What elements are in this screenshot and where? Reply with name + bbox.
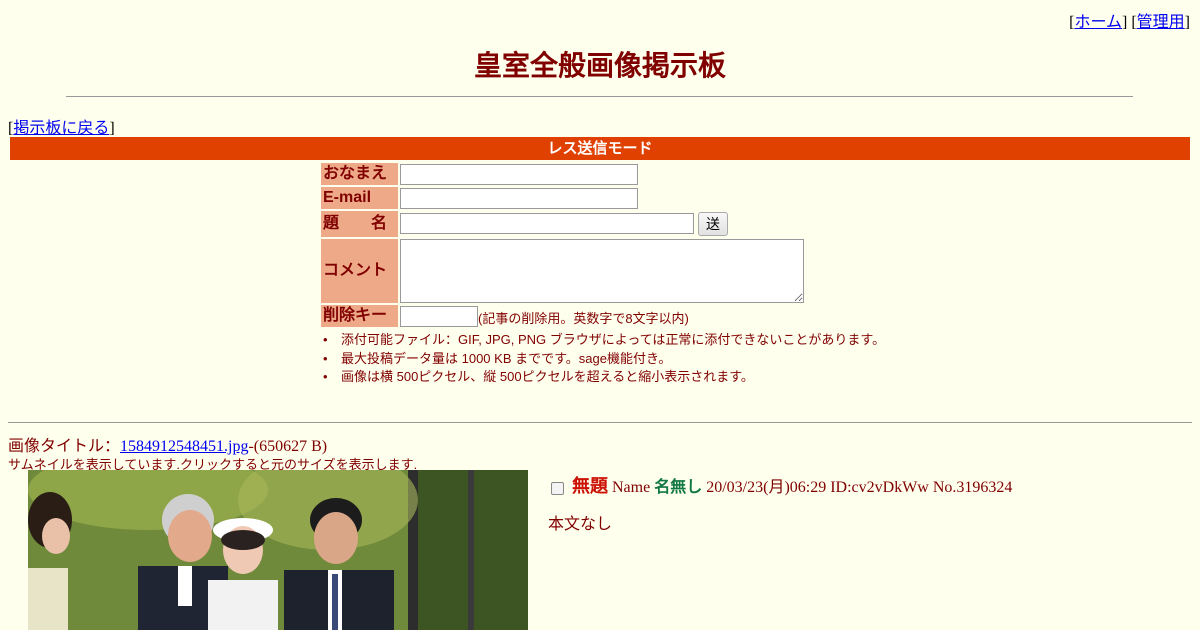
divider-post	[8, 422, 1192, 423]
email-input[interactable]	[400, 188, 638, 209]
post-author: 名無し	[654, 479, 703, 496]
post-subject: 無題	[572, 476, 608, 496]
home-link[interactable]: ホーム	[1074, 14, 1122, 31]
name-label: おなまえ	[321, 163, 398, 185]
post-select-checkbox[interactable]	[551, 481, 564, 495]
name-input[interactable]	[400, 164, 638, 185]
divider-top	[66, 96, 1133, 97]
note-item: 添付可能ファイル：GIF, JPG, PNG ブラウザによっては正常に添付できな…	[321, 331, 885, 350]
email-label: E-mail	[321, 187, 398, 209]
back-link-wrapper: [掲示板に戻る]	[8, 120, 115, 137]
image-title-prefix: 画像タイトル：	[8, 438, 121, 455]
admin-link[interactable]: 管理用	[1137, 14, 1185, 31]
delkey-note: (記事の削除用。英数字で8文字以内)	[478, 311, 689, 326]
back-to-board-link[interactable]: 掲示板に戻る	[13, 120, 109, 137]
submit-button[interactable]: 送信する	[698, 212, 728, 298]
delkey-input[interactable]	[400, 306, 478, 327]
top-links: [ホーム] [管理用]	[1069, 14, 1190, 31]
note-item: 最大投稿データ量は 1000 KB までです。sage機能付き。	[321, 350, 885, 369]
note-item: 画像は横 500ピクセル、縦 500ピクセルを超えると縮小表示されます。	[321, 368, 885, 387]
page-title: 皇室全般画像掲示板	[473, 51, 726, 82]
reply-mode-bar: レス送信モード	[10, 137, 1190, 160]
post-body: 本文なし	[548, 516, 613, 533]
image-file-link[interactable]: 1584912548451.jpg	[120, 438, 248, 455]
comment-label: コメント	[321, 239, 398, 303]
subject-input[interactable]	[400, 213, 694, 234]
posting-notes: 添付可能ファイル：GIF, JPG, PNG ブラウザによっては正常に添付できな…	[321, 331, 885, 387]
image-title: 画像タイトル：1584912548451.jpg-(650627 B)	[8, 432, 327, 456]
comment-textarea[interactable]	[400, 239, 804, 303]
post-meta: 20/03/23(月)06:29 ID:cv2vDkWw No.3196324	[706, 479, 1013, 496]
subject-label: 題 名	[321, 211, 398, 237]
post-thumbnail-image[interactable]	[28, 470, 528, 630]
image-size: -(650627 B)	[248, 438, 328, 455]
post-name-prefix: Name	[612, 479, 651, 496]
post-header: 無題 Name 名無し 20/03/23(月)06:29 ID:cv2vDkWw…	[551, 472, 1012, 498]
photo-illustration	[28, 470, 528, 630]
delkey-label: 削除キー	[321, 305, 398, 327]
